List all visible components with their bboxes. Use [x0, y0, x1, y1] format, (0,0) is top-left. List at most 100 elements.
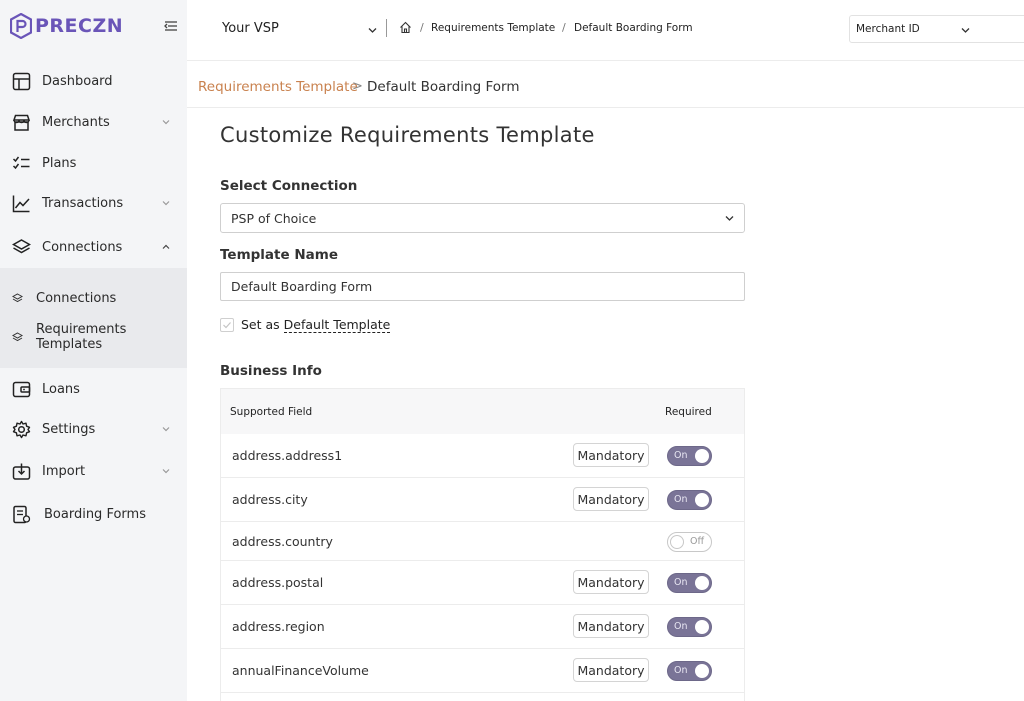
required-toggle[interactable]: On [667, 661, 712, 681]
divider [386, 19, 387, 37]
table-row: address.city Mandatory On [221, 478, 744, 522]
required-toggle[interactable]: Off [667, 532, 712, 552]
required-toggle[interactable]: On [667, 617, 712, 637]
table-row: annualFinanceVolume Mandatory On [221, 649, 744, 693]
field-name: address.region [232, 619, 325, 634]
sidebar-item-label: Settings [42, 421, 96, 437]
layers-icon [12, 292, 23, 302]
sidebar-item-label: Connections [42, 239, 123, 255]
mandatory-tag[interactable]: Mandatory [573, 443, 649, 467]
column-header-supported-field: Supported Field [230, 406, 313, 418]
sidebar-item-plans[interactable]: Plans [0, 145, 187, 181]
sidebar-item-dashboard[interactable]: Dashboard [0, 63, 187, 99]
check-icon [223, 322, 231, 329]
chevron-down-icon [162, 120, 170, 125]
toggle-text: On [674, 494, 688, 505]
chevron-down-icon [162, 469, 170, 474]
breadcrumb-separator: / [562, 21, 566, 34]
requirements-table: Supported Field Required address.address… [220, 388, 745, 701]
table-row: address.address1 Mandatory On [221, 434, 744, 478]
table-row: address.region Mandatory On [221, 605, 744, 649]
sidebar-item-connections[interactable]: Connections [0, 229, 187, 265]
connection-select[interactable]: PSP of Choice [220, 203, 745, 233]
brand-name: PRECZN [35, 15, 124, 37]
sidebar-item-label: Import [42, 463, 86, 479]
table-header: Supported Field Required [221, 389, 744, 434]
field-name: address.address1 [232, 448, 343, 463]
chevron-down-icon [162, 201, 170, 206]
topbar-crumb-requirements-template[interactable]: Requirements Template [431, 22, 555, 34]
chevron-down-icon[interactable] [367, 25, 378, 36]
sidebar-item-settings[interactable]: Settings [0, 411, 187, 447]
toggle-text: On [674, 665, 688, 676]
chevron-down-icon [162, 427, 170, 432]
toggle-text: On [674, 577, 688, 588]
topbar-crumb-current: Default Boarding Form [574, 22, 693, 34]
merchant-id-select[interactable]: Merchant ID [849, 15, 1024, 43]
sidebar-item-loans[interactable]: Loans [0, 371, 187, 407]
preczn-logo-icon [10, 13, 32, 39]
template-name-input[interactable] [220, 272, 745, 301]
logo[interactable]: PRECZN [10, 13, 123, 39]
connections-submenu: Connections Requirements Templates [0, 268, 187, 368]
checklist-icon [12, 156, 30, 169]
sidebar-item-label: Transactions [42, 195, 124, 211]
sidebar-item-label: Plans [42, 155, 77, 171]
toggle-text: Off [690, 536, 705, 547]
import-icon [12, 463, 31, 480]
sidebar-item-import[interactable]: Import [0, 453, 187, 489]
default-template-checkbox[interactable] [220, 318, 234, 332]
sidebar-item-label: Loans [42, 381, 80, 397]
breadcrumb: Requirements Template > Default Boarding… [187, 62, 1024, 108]
chevron-up-icon [162, 244, 170, 249]
section-title-business-info: Business Info [220, 363, 322, 379]
vsp-selector[interactable]: Your VSP [222, 21, 279, 36]
mandatory-tag[interactable]: Mandatory [573, 614, 649, 638]
chevron-down-icon [961, 28, 970, 33]
breadcrumb-separator: / [420, 21, 424, 34]
sidebar-item-boarding-forms[interactable]: Boarding Forms [0, 496, 187, 532]
sidebar-item-transactions[interactable]: Transactions [0, 185, 187, 221]
select-connection-label: Select Connection [220, 178, 358, 194]
sidebar: PRECZN Dashboard Merchants Plans Transac… [0, 0, 187, 701]
toggle-knob [695, 576, 709, 590]
sidebar-subitem-requirements-templates[interactable]: Requirements Templates [0, 322, 187, 352]
toggle-knob [670, 534, 684, 549]
breadcrumb-link[interactable]: Requirements Template [198, 79, 358, 95]
merchant-id-label: Merchant ID [856, 23, 920, 35]
mandatory-tag[interactable]: Mandatory [573, 570, 649, 594]
toggle-text: On [674, 450, 688, 461]
form-icon [13, 505, 31, 523]
required-toggle[interactable]: On [667, 446, 712, 466]
page-title: Customize Requirements Template [220, 123, 595, 147]
required-toggle[interactable]: On [667, 573, 712, 593]
sidebar-subitem-label: Requirements Templates [36, 322, 127, 352]
required-toggle[interactable]: On [667, 490, 712, 510]
sidebar-item-label: Boarding Forms [44, 506, 146, 522]
store-icon [12, 114, 31, 131]
top-bar: Your VSP / Requirements Template / Defau… [187, 0, 1024, 61]
toggle-knob [695, 449, 709, 463]
line-chart-icon [12, 195, 30, 212]
column-header-required: Required [665, 406, 712, 418]
default-template-link: Default Template [283, 317, 391, 333]
sidebar-subitem-connections[interactable]: Connections [0, 283, 187, 313]
mandatory-tag[interactable]: Mandatory [573, 658, 649, 682]
table-row: address.postal Mandatory On [221, 561, 744, 605]
menu-collapse-icon[interactable] [163, 18, 179, 34]
sidebar-subitem-label: Connections [36, 290, 117, 306]
mandatory-tag[interactable]: Mandatory [573, 487, 649, 511]
toggle-knob [695, 664, 709, 678]
sidebar-item-merchants[interactable]: Merchants [0, 104, 187, 140]
home-icon[interactable] [399, 21, 412, 34]
default-template-prefix: Set as [241, 317, 280, 332]
toggle-knob [695, 493, 709, 507]
field-name: address.city [232, 492, 308, 507]
chevron-down-icon [725, 216, 734, 221]
template-name-label: Template Name [220, 247, 338, 263]
toggle-knob [695, 620, 709, 634]
breadcrumb-separator: > [352, 79, 363, 94]
default-template-label[interactable]: Set as Default Template [241, 317, 391, 333]
wallet-icon [12, 381, 31, 397]
table-row: address.country Off [221, 522, 744, 561]
